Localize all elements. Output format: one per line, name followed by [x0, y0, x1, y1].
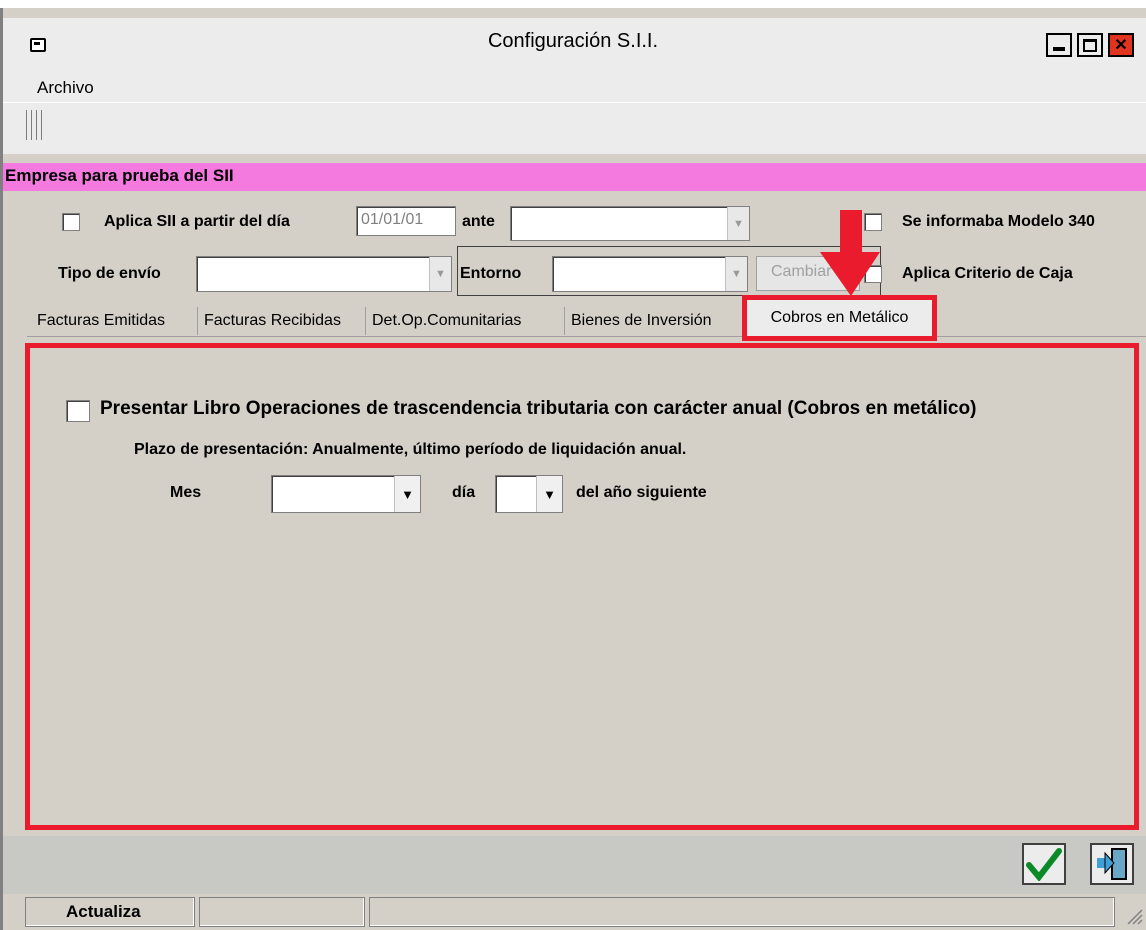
- presentar-libro-checkbox[interactable]: [66, 400, 90, 422]
- accept-button[interactable]: [1022, 843, 1066, 885]
- entorno-select[interactable]: ▼: [552, 256, 748, 292]
- ante-label: ante: [462, 213, 495, 230]
- red-arrow-icon: [820, 210, 880, 296]
- plazo-text: Plazo de presentación: Anualmente, últim…: [134, 441, 687, 458]
- status-cell-2: [199, 897, 365, 927]
- maximize-button[interactable]: [1077, 33, 1103, 57]
- minimize-button[interactable]: [1046, 33, 1072, 57]
- chevron-down-icon[interactable]: ▼: [725, 257, 747, 291]
- dia-label: día: [452, 484, 476, 501]
- status-text: Actualiza: [25, 897, 195, 927]
- minimize-icon: [1053, 47, 1065, 51]
- chevron-down-icon[interactable]: ▼: [394, 476, 420, 512]
- ante-select[interactable]: ▼: [510, 206, 750, 241]
- maximize-icon: [1083, 38, 1097, 52]
- criterio-caja-label: Aplica Criterio de Caja: [902, 265, 1073, 282]
- tab-cobros-metalico[interactable]: Cobros en Metálico: [742, 295, 937, 341]
- tipo-envio-select[interactable]: ▼: [196, 256, 452, 292]
- start-date-field[interactable]: 01/01/01: [356, 206, 456, 236]
- company-name: Empresa para prueba del SII: [5, 166, 234, 185]
- chevron-down-icon[interactable]: ▼: [727, 207, 749, 240]
- modelo340-label: Se informaba Modelo 340: [902, 213, 1095, 230]
- apply-sii-label: Aplica SII a partir del día: [104, 213, 290, 230]
- entorno-label: Entorno: [460, 265, 522, 282]
- toolbar-grip-icon[interactable]: [26, 110, 46, 140]
- close-button[interactable]: ✕: [1108, 33, 1134, 57]
- tab-facturas-emitidas[interactable]: Facturas Emitidas: [31, 307, 171, 335]
- exit-door-icon: [1097, 848, 1127, 880]
- action-bar: [3, 836, 1146, 894]
- apply-sii-checkbox[interactable]: [62, 213, 80, 231]
- status-cell-3: [369, 897, 1115, 927]
- toolbar: [3, 102, 1146, 154]
- mes-label: Mes: [170, 484, 202, 501]
- chevron-down-icon[interactable]: ▼: [429, 257, 451, 291]
- chevron-down-icon[interactable]: ▼: [536, 476, 562, 512]
- menu-archivo[interactable]: Archivo: [37, 78, 94, 98]
- siguiente-label: del año siguiente: [576, 484, 707, 501]
- presentar-libro-label: Presentar Libro Operaciones de trascende…: [100, 398, 977, 419]
- tab-bienes-inversion[interactable]: Bienes de Inversión: [564, 307, 718, 335]
- resize-grip-icon[interactable]: [1124, 906, 1144, 926]
- tab-det-op-comunitarias[interactable]: Det.Op.Comunitarias: [365, 307, 527, 335]
- menu-bar: [3, 74, 1146, 102]
- window-title: Configuración S.I.I.: [487, 30, 659, 52]
- exit-button[interactable]: [1090, 843, 1134, 885]
- tab-facturas-recibidas[interactable]: Facturas Recibidas: [197, 307, 347, 335]
- dia-select[interactable]: ▼: [495, 475, 563, 513]
- tipo-envio-label: Tipo de envío: [58, 265, 161, 282]
- close-icon: ✕: [1114, 37, 1128, 54]
- mes-select[interactable]: ▼: [271, 475, 421, 513]
- checkmark-icon: [1026, 848, 1062, 881]
